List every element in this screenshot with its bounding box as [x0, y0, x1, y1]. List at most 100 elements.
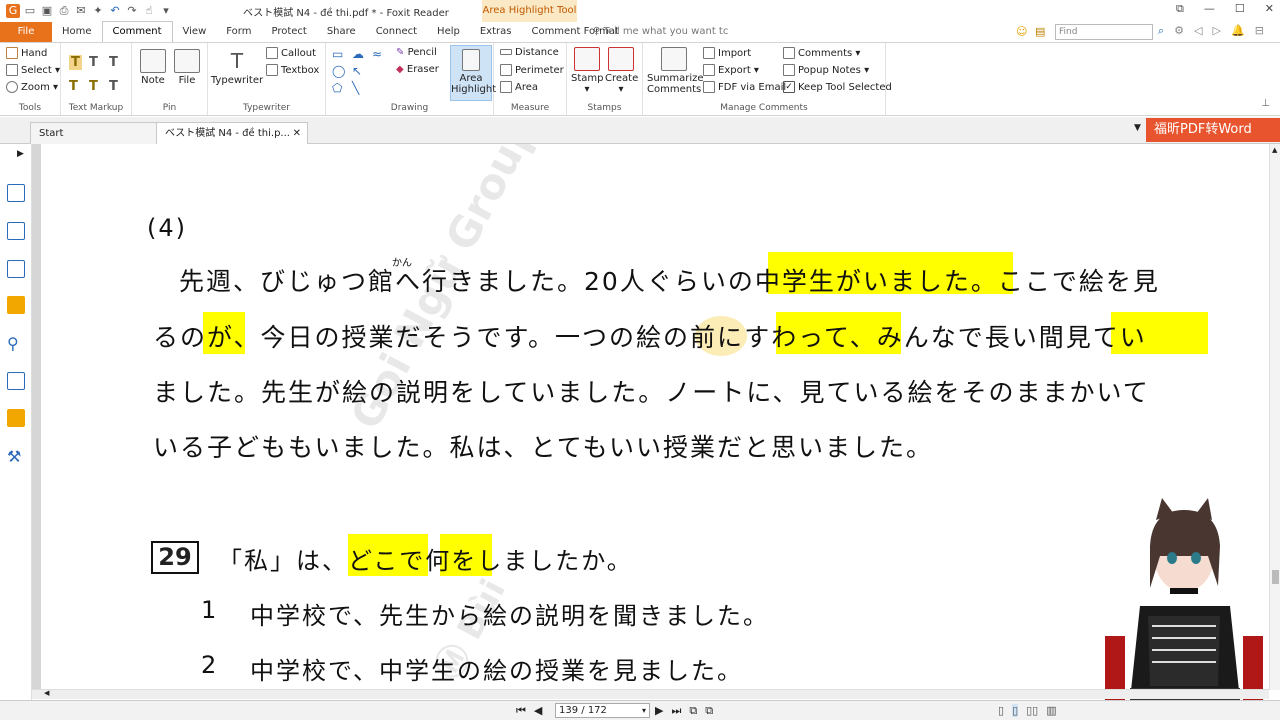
- attachments-panel-icon[interactable]: ⚲: [7, 334, 25, 353]
- tab-file[interactable]: File: [0, 22, 52, 42]
- tab-connect[interactable]: Connect: [366, 22, 427, 42]
- tab-home[interactable]: Home: [52, 22, 102, 42]
- vertical-scrollbar[interactable]: ▲: [1269, 144, 1280, 690]
- fdf-email-button[interactable]: FDF via Email: [703, 81, 786, 93]
- page-dropdown-icon[interactable]: ▾: [642, 704, 646, 717]
- close-icon[interactable]: ✕: [1265, 2, 1274, 16]
- tab-form[interactable]: Form: [216, 22, 261, 42]
- pages-panel-icon[interactable]: [7, 222, 25, 240]
- area-button[interactable]: Area: [500, 81, 538, 93]
- promo-banner[interactable]: 福昕PDF转Word: [1146, 118, 1280, 142]
- note-button[interactable]: Note: [138, 49, 168, 86]
- bookmark-panel-icon[interactable]: [7, 184, 25, 202]
- settings-icon[interactable]: ⚙: [1174, 24, 1184, 38]
- keep-tool-selected-checkbox[interactable]: ✓ Keep Tool Selected: [783, 81, 892, 93]
- restore-icon[interactable]: ⧉: [1176, 2, 1184, 16]
- expand-panel-icon[interactable]: ▶: [17, 149, 24, 159]
- tab-start[interactable]: Start: [30, 122, 158, 144]
- minimize-icon[interactable]: —: [1204, 2, 1215, 16]
- tab-help[interactable]: Help: [427, 22, 470, 42]
- zoom-tool[interactable]: Zoom ▾: [6, 81, 58, 93]
- oval-icon[interactable]: ◯: [332, 64, 345, 78]
- continuous-facing-icon[interactable]: ▥: [1046, 704, 1056, 717]
- tab-extras[interactable]: Extras: [470, 22, 522, 42]
- arrow-icon[interactable]: ↖: [352, 64, 362, 78]
- highlight-text-icon[interactable]: T: [69, 55, 82, 70]
- export-button[interactable]: Export ▾: [703, 64, 759, 76]
- ribbon-pin-icon[interactable]: ⊥: [1261, 98, 1270, 109]
- close-tab-icon[interactable]: ✕: [293, 123, 301, 145]
- new-icon[interactable]: ✦: [91, 4, 105, 18]
- hand-icon[interactable]: ☝: [142, 4, 156, 18]
- pencil-button[interactable]: ✎ Pencil: [396, 47, 437, 58]
- polyline-icon[interactable]: ≈: [372, 47, 382, 61]
- undo-icon[interactable]: ↶: [108, 4, 122, 18]
- replace-text-icon[interactable]: T: [89, 79, 98, 94]
- view-icon-a[interactable]: ⧉: [689, 704, 697, 718]
- content-panel-icon[interactable]: ⚒: [7, 447, 25, 466]
- tab-protect[interactable]: Protect: [261, 22, 316, 42]
- textbox-button[interactable]: Textbox: [266, 64, 319, 76]
- scroll-thumb[interactable]: [1272, 570, 1279, 584]
- area-highlight-button[interactable]: Area Highlight: [450, 45, 496, 101]
- tab-view[interactable]: View: [173, 22, 217, 42]
- create-stamp-button[interactable]: Create ▾: [605, 47, 638, 95]
- underline-icon[interactable]: T: [109, 55, 118, 70]
- import-button[interactable]: Import: [703, 47, 751, 59]
- squiggly-icon[interactable]: T: [89, 55, 98, 70]
- horizontal-scrollbar[interactable]: ◀: [32, 689, 1269, 699]
- select-tool[interactable]: Select ▾: [6, 64, 60, 76]
- next-icon[interactable]: ▷: [1213, 24, 1221, 38]
- comments-panel-icon[interactable]: [7, 296, 25, 314]
- prev-page-icon[interactable]: ◀: [534, 704, 542, 718]
- scroll-up-icon[interactable]: ▲: [1272, 146, 1277, 154]
- facing-icon[interactable]: ▯▯: [1026, 704, 1038, 717]
- tab-share[interactable]: Share: [317, 22, 366, 42]
- stamp-button[interactable]: Stamp ▾: [571, 47, 604, 95]
- layers-panel-icon[interactable]: [7, 260, 25, 278]
- redo-icon[interactable]: ↷: [125, 4, 139, 18]
- tab-comment[interactable]: Comment: [101, 21, 173, 42]
- maximize-icon[interactable]: ☐: [1235, 2, 1245, 16]
- mail-icon[interactable]: ✉: [74, 4, 88, 18]
- hand-tool[interactable]: Hand: [6, 47, 47, 59]
- line-icon[interactable]: ╲: [352, 81, 359, 95]
- signature-panel-icon[interactable]: [7, 372, 25, 390]
- view-icon-b[interactable]: ⧉: [705, 704, 713, 718]
- notification-icon[interactable]: 🔔: [1231, 24, 1245, 38]
- distance-button[interactable]: Distance: [500, 47, 559, 58]
- security-panel-icon[interactable]: [7, 409, 25, 427]
- strikeout-icon[interactable]: T: [69, 79, 78, 94]
- context-tab-area-highlight[interactable]: Area Highlight Tool: [482, 0, 577, 22]
- page-number-input[interactable]: 139 / 172 ▾: [555, 703, 650, 718]
- dropdown-icon[interactable]: ▾: [159, 4, 173, 18]
- find-input[interactable]: Find: [1055, 24, 1153, 40]
- first-page-icon[interactable]: ⏮: [516, 704, 526, 718]
- file-button[interactable]: File: [172, 49, 202, 86]
- save-icon[interactable]: ▣: [40, 4, 54, 18]
- tab-list-icon[interactable]: ▼: [1134, 123, 1141, 133]
- comments-dropdown[interactable]: Comments ▾: [783, 47, 860, 59]
- tab-document[interactable]: ベスト模試 N4 - đề thi.p... ✕: [156, 122, 308, 144]
- next-page-icon[interactable]: ▶: [655, 704, 663, 718]
- single-page-icon[interactable]: ▯: [998, 704, 1004, 717]
- app-icon[interactable]: G: [6, 4, 20, 18]
- summarize-comments-button[interactable]: Summarize Comments: [647, 47, 704, 95]
- open-icon[interactable]: ▭: [23, 4, 37, 18]
- prev-icon[interactable]: ◁: [1194, 24, 1202, 38]
- find-search-icon[interactable]: ⌕: [1158, 24, 1164, 38]
- continuous-icon[interactable]: ▯: [1012, 704, 1019, 717]
- perimeter-button[interactable]: Perimeter: [500, 64, 564, 76]
- eraser-button[interactable]: ◆ Eraser: [396, 64, 439, 75]
- callout-button[interactable]: Callout: [266, 47, 316, 59]
- print-icon[interactable]: ⎙: [57, 4, 71, 18]
- popup-notes-dropdown[interactable]: Popup Notes ▾: [783, 64, 869, 76]
- folder-search-icon[interactable]: ▤: [1035, 25, 1045, 38]
- rectangle-icon[interactable]: ▭: [332, 47, 343, 61]
- last-page-icon[interactable]: ⏭: [671, 704, 681, 718]
- polygon-icon[interactable]: ⬠: [332, 81, 342, 95]
- tell-me-search[interactable]: ♀ Tell me what you want tc: [593, 26, 728, 37]
- cloud-icon[interactable]: ☁: [352, 47, 364, 61]
- typewriter-button[interactable]: T Typewriter: [210, 49, 264, 86]
- scroll-left-icon[interactable]: ◀: [44, 689, 49, 697]
